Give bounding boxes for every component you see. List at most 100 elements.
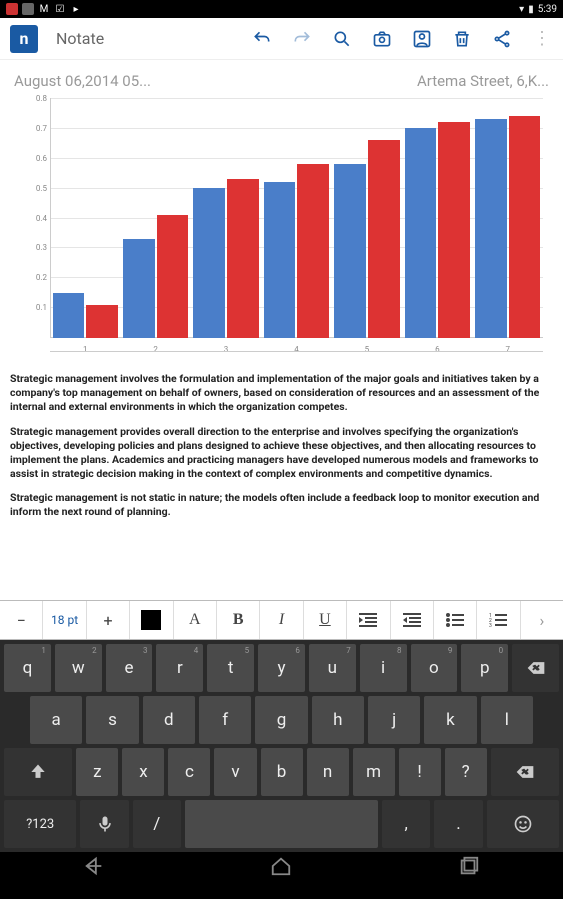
indent-button[interactable] <box>391 601 434 639</box>
bar-blue <box>264 182 296 338</box>
bar-group: 4 <box>261 164 331 338</box>
key-a[interactable]: a <box>30 696 82 744</box>
undo-button[interactable] <box>251 28 273 50</box>
camera-button[interactable] <box>371 28 393 50</box>
delete-button[interactable] <box>451 28 473 50</box>
key-r[interactable]: r4 <box>156 644 203 692</box>
share-button[interactable] <box>491 28 513 50</box>
bar-group: 3 <box>191 179 261 338</box>
outdent-button[interactable] <box>347 601 390 639</box>
increase-font-button[interactable]: + <box>87 601 130 639</box>
redo-button[interactable] <box>291 28 313 50</box>
key-c[interactable]: c <box>168 748 210 796</box>
bar-red <box>368 140 400 338</box>
note-content[interactable]: August 06,2014 05... Artema Street, 6,K.… <box>0 60 563 600</box>
bar-group: 1 <box>50 293 120 338</box>
soft-keyboard: q1w2e3r4t5y6u7i8o9p0 asdfghjkl zxcvbnm!?… <box>0 640 563 852</box>
wifi-icon: ▾ <box>519 4 524 15</box>
backspace-key[interactable] <box>491 748 559 796</box>
key-j[interactable]: j <box>368 696 420 744</box>
app-bar: n Notate ⋮ <box>0 18 563 60</box>
key-q[interactable]: q1 <box>4 644 51 692</box>
gmail-icon: M <box>38 3 50 15</box>
bar-red <box>157 215 189 338</box>
key-d[interactable]: d <box>143 696 195 744</box>
key-h[interactable]: h <box>312 696 364 744</box>
key-i[interactable]: i8 <box>360 644 407 692</box>
slash-key[interactable]: / <box>133 800 181 848</box>
key-![interactable]: ! <box>399 748 441 796</box>
backspace-key[interactable] <box>512 644 559 692</box>
search-button[interactable] <box>331 28 353 50</box>
decrease-font-button[interactable]: − <box>0 601 43 639</box>
bar-red <box>297 164 329 338</box>
bar-blue <box>334 164 366 338</box>
bar-red <box>509 116 541 338</box>
font-family-button[interactable]: A <box>174 601 217 639</box>
key-e[interactable]: e3 <box>106 644 153 692</box>
shift-key[interactable] <box>4 748 72 796</box>
bar-blue <box>405 128 437 338</box>
back-button[interactable] <box>83 855 105 881</box>
notification-icon <box>6 3 18 15</box>
emoji-key[interactable] <box>487 800 559 848</box>
bar-group: 7 <box>473 116 543 338</box>
color-swatch-button[interactable] <box>130 601 173 639</box>
key-k[interactable]: k <box>424 696 476 744</box>
font-size-display[interactable]: 18 pt <box>43 601 86 639</box>
toolbar-more-button[interactable]: › <box>521 601 563 639</box>
key-x[interactable]: x <box>122 748 164 796</box>
bullet-list-button[interactable] <box>434 601 477 639</box>
overflow-menu-button[interactable]: ⋮ <box>531 28 553 50</box>
space-key[interactable] <box>185 800 378 848</box>
key-l[interactable]: l <box>481 696 533 744</box>
paragraph: Strategic management is not static in na… <box>10 491 553 519</box>
italic-button[interactable]: I <box>260 601 303 639</box>
key-v[interactable]: v <box>214 748 256 796</box>
key-s[interactable]: s <box>86 696 138 744</box>
key-n[interactable]: n <box>307 748 349 796</box>
bold-button[interactable]: B <box>217 601 260 639</box>
comma-key[interactable]: , <box>382 800 430 848</box>
key-z[interactable]: z <box>76 748 118 796</box>
key-y[interactable]: y6 <box>258 644 305 692</box>
bar-group: 2 <box>120 215 190 338</box>
person-button[interactable] <box>411 28 433 50</box>
app-logo-icon[interactable]: n <box>10 25 38 53</box>
key-o[interactable]: o9 <box>411 644 458 692</box>
recents-button[interactable] <box>458 855 480 881</box>
bar-red <box>86 305 118 338</box>
notification-icon <box>22 3 34 15</box>
key-f[interactable]: f <box>199 696 251 744</box>
key-g[interactable]: g <box>255 696 307 744</box>
app-title: Notate <box>56 29 104 48</box>
mic-key[interactable] <box>80 800 128 848</box>
paragraph: Strategic management involves the formul… <box>10 372 553 415</box>
android-nav-bar <box>0 852 563 884</box>
symbols-key[interactable]: ?123 <box>4 800 76 848</box>
underline-button[interactable]: U <box>304 601 347 639</box>
paragraph: Strategic management provides overall di… <box>10 425 553 482</box>
key-?[interactable]: ? <box>445 748 487 796</box>
chart: 0.10.20.30.40.50.60.70.81234567 <box>0 98 563 368</box>
key-u[interactable]: u7 <box>309 644 356 692</box>
bar-group: 6 <box>402 122 472 338</box>
key-w[interactable]: w2 <box>55 644 102 692</box>
key-t[interactable]: t5 <box>207 644 254 692</box>
note-body[interactable]: Strategic management involves the formul… <box>0 368 563 534</box>
bar-blue <box>123 239 155 338</box>
note-date: August 06,2014 05... <box>14 72 151 90</box>
bar-group: 5 <box>332 140 402 338</box>
svg-text:3: 3 <box>489 623 492 627</box>
format-toolbar: − 18 pt + A B I U 123 › <box>0 600 563 640</box>
bar-blue <box>475 119 507 338</box>
numbered-list-button[interactable]: 123 <box>477 601 520 639</box>
bar-red <box>227 179 259 338</box>
bar-blue <box>53 293 85 338</box>
key-p[interactable]: p0 <box>461 644 508 692</box>
period-key[interactable]: . <box>434 800 482 848</box>
key-b[interactable]: b <box>261 748 303 796</box>
battery-icon: ▮ <box>528 4 534 15</box>
key-m[interactable]: m <box>353 748 395 796</box>
home-button[interactable] <box>270 855 292 881</box>
